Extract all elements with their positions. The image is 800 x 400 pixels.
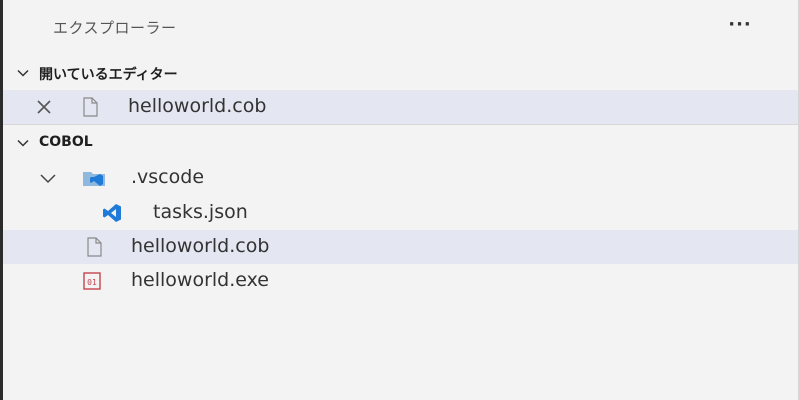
- section-divider: [3, 124, 798, 125]
- chevron-down-icon: [15, 65, 31, 81]
- tree-item-label: .vscode: [131, 166, 205, 188]
- file-icon: [83, 236, 105, 258]
- tree-item-label: tasks.json: [153, 201, 248, 223]
- vscode-folder-icon: [81, 167, 107, 189]
- workspace-section-header[interactable]: COBOL: [3, 126, 798, 160]
- close-icon[interactable]: [33, 96, 55, 118]
- tree-item-helloworld-exe[interactable]: 01 helloworld.exe: [3, 264, 798, 298]
- tree-item-vscode-folder[interactable]: .vscode: [3, 161, 798, 195]
- tree-item-label: helloworld.cob: [131, 235, 270, 257]
- tree-item-tasks-json[interactable]: tasks.json: [3, 196, 798, 230]
- explorer-header: エクスプローラー ···: [3, 0, 798, 54]
- open-editors-title: 開いているエディター: [39, 67, 178, 83]
- workspace-title: COBOL: [39, 134, 93, 150]
- more-actions-button[interactable]: ···: [723, 12, 757, 40]
- chevron-down-icon: [15, 135, 31, 151]
- open-editor-item[interactable]: helloworld.cob: [3, 90, 798, 124]
- explorer-panel: エクスプローラー ··· 開いているエディター helloworld.cob C…: [3, 0, 798, 400]
- open-editor-filename: helloworld.cob: [128, 95, 267, 117]
- open-editors-section-header[interactable]: 開いているエディター: [3, 56, 798, 90]
- tree-item-helloworld-cob[interactable]: helloworld.cob: [3, 230, 798, 264]
- explorer-title: エクスプローラー: [53, 19, 177, 37]
- tree-item-label: helloworld.exe: [131, 269, 269, 291]
- binary-file-icon: 01: [81, 270, 103, 292]
- svg-text:01: 01: [87, 278, 97, 287]
- vscode-logo-icon: [101, 202, 123, 224]
- file-icon: [79, 96, 101, 118]
- chevron-down-icon: [37, 167, 59, 189]
